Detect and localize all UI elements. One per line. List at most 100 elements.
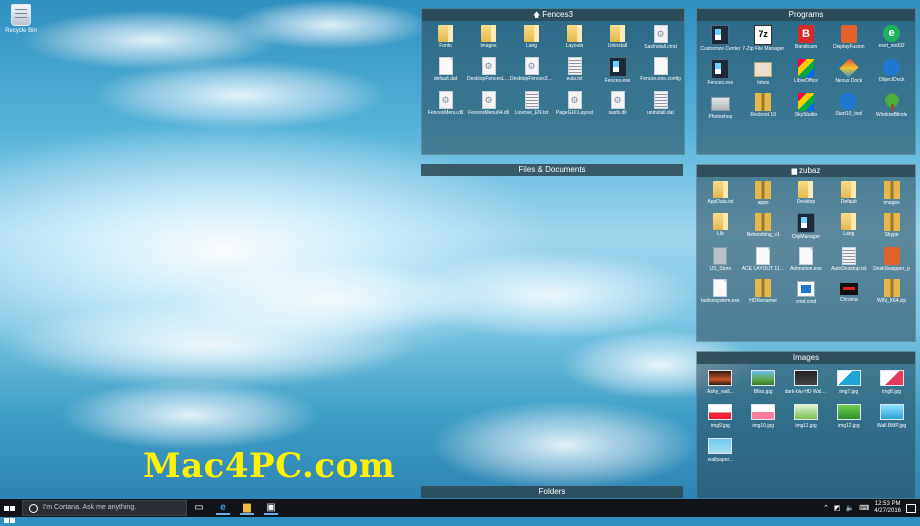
- fence-item[interactable]: AutoDesktop.txt: [827, 247, 870, 273]
- fence-item[interactable]: Animation.exe: [785, 247, 828, 273]
- fence-item-label: Customize Center: [700, 46, 741, 52]
- fence-item[interactable]: FencesMenu64.dll: [467, 91, 510, 117]
- keyboard-icon[interactable]: ⌨: [859, 504, 869, 512]
- fence-item[interactable]: SkyStudio: [785, 93, 828, 121]
- fence-item[interactable]: Layouts: [553, 25, 596, 51]
- fence-images[interactable]: Images Ashy_wall... Bliss.jpg dark-blu-HD …: [696, 351, 916, 499]
- network-icon[interactable]: ◩: [834, 504, 841, 512]
- doc-icon: [713, 279, 728, 297]
- fence-item[interactable]: Lib: [699, 213, 742, 241]
- fence-item[interactable]: Photoshop: [699, 93, 742, 121]
- fence-item-label: US_Store: [709, 266, 732, 272]
- fence-item[interactable]: img9.jpg: [699, 402, 742, 430]
- fence-item[interactable]: Lang: [510, 25, 553, 51]
- fence-item[interactable]: ClipManager: [785, 213, 828, 241]
- fence-item[interactable]: License_EN.txt: [510, 91, 553, 117]
- file-explorer-taskbar-icon[interactable]: ▆: [240, 501, 254, 515]
- fence-item[interactable]: Bliss.jpg: [742, 368, 785, 396]
- fence-item[interactable]: Networking_v1: [742, 213, 785, 241]
- fence-item[interactable]: DesktopFencesLib.dll: [467, 57, 510, 85]
- fence-item[interactable]: images: [467, 25, 510, 51]
- fence-item[interactable]: Ashy_wall...: [699, 368, 742, 396]
- fence-item[interactable]: img7.jpg: [827, 368, 870, 396]
- fence-item[interactable]: LibreOffice: [785, 59, 828, 87]
- fence-item[interactable]: Customize Center: [699, 25, 742, 53]
- fence-item[interactable]: ballonsystem.exe: [699, 279, 742, 306]
- dark-icon: [711, 59, 730, 79]
- task-view-button[interactable]: ▭: [192, 501, 206, 515]
- fence-item[interactable]: img12.jpg: [827, 402, 870, 430]
- fence-item-label: images: [883, 200, 900, 206]
- fence-item[interactable]: Uninstall: [596, 25, 639, 51]
- fence-item[interactable]: Start10_tool: [827, 93, 870, 121]
- fence-item[interactable]: img8.jpg: [870, 368, 913, 396]
- fence-item[interactable]: apps: [742, 181, 785, 207]
- fence-title-programs[interactable]: Programs: [697, 9, 915, 21]
- fence-item[interactable]: PageGUI.Layout: [553, 91, 596, 117]
- fence-item[interactable]: FencesMenu.dll: [424, 91, 467, 117]
- fence-item[interactable]: HDRenamer: [742, 279, 785, 306]
- fence-item[interactable]: cmd.cmd: [785, 279, 828, 306]
- fence-item[interactable]: dark-blu-HD Wallpaper: [785, 368, 827, 396]
- fence-item[interactable]: Inbox: [742, 59, 785, 87]
- fence-item[interactable]: SasInstall.cmd: [639, 25, 682, 51]
- fence-item[interactable]: B Bandicam: [785, 25, 828, 53]
- fence-item[interactable]: Chroma: [827, 279, 870, 306]
- fence-item[interactable]: Nexus Dock: [827, 59, 870, 87]
- fence-item-label: Start10_tool: [835, 111, 863, 117]
- fence-item[interactable]: Recboot 10: [742, 93, 785, 121]
- fence-folders[interactable]: Folders: [421, 486, 683, 498]
- fence-item[interactable]: DesktopFences3.dll: [510, 57, 553, 85]
- fence-item[interactable]: eula.txt: [553, 57, 596, 85]
- fence-item[interactable]: Skype: [870, 213, 913, 241]
- fence-title-images[interactable]: Images: [697, 352, 915, 364]
- fence-item[interactable]: Fences.exe: [699, 59, 742, 87]
- fence-item[interactable]: sasfs.dll: [596, 91, 639, 117]
- fence-fences3[interactable]: 🡅 Fences3 Fonts images Lang Layouts Uninstall…: [421, 8, 685, 155]
- fence-item[interactable]: DeskSwapper_p: [870, 247, 913, 273]
- fence-item[interactable]: 7z 7-Zip File Manager: [742, 25, 785, 53]
- folder-icon: [712, 181, 728, 198]
- clock[interactable]: 12:53 PM 4/27/2016: [874, 501, 901, 515]
- volume-icon[interactable]: 🔈: [845, 504, 854, 512]
- fence-item[interactable]: Fonts: [424, 25, 467, 51]
- fence-item[interactable]: images: [870, 181, 913, 207]
- fence-item[interactable]: Default: [827, 181, 870, 207]
- chevron-up-icon[interactable]: ⌃: [823, 504, 829, 512]
- fence-item-label: FencesMenu64.dll: [468, 110, 509, 116]
- fence-item[interactable]: img11.jpg: [785, 402, 828, 430]
- fence-item[interactable]: wallpaper...: [699, 436, 742, 464]
- fence-item-label: Networking_v1: [746, 232, 780, 238]
- fence-title-zubaz[interactable]: ▆ zubaz: [697, 165, 915, 177]
- fence-item[interactable]: e eset_nod32: [870, 25, 913, 53]
- fence-title-fences3[interactable]: 🡅 Fences3: [422, 9, 684, 21]
- edge-taskbar-icon[interactable]: e: [216, 501, 230, 515]
- fence-item[interactable]: Fences.exe: [596, 57, 639, 85]
- fence-item[interactable]: Fences.exe.config: [639, 57, 682, 85]
- fence-item[interactable]: Lang: [827, 213, 870, 241]
- fence-item[interactable]: default.dat: [424, 57, 467, 85]
- fence-item[interactable]: Desktop: [785, 181, 828, 207]
- fence-programs[interactable]: Programs Customize Center 7z 7-Zip File Ma…: [696, 8, 916, 155]
- fence-item[interactable]: img10.jpg: [742, 402, 785, 430]
- recycle-bin[interactable]: Recycle Bin: [4, 4, 38, 34]
- fence-item[interactable]: US_Store: [699, 247, 742, 273]
- fence-item-label: LibreOffice: [793, 78, 819, 84]
- gear-icon: [610, 91, 625, 109]
- fence-item-label: Nexus Dock: [835, 78, 863, 84]
- fence-item[interactable]: uninstall.dat: [639, 91, 682, 117]
- fence-item[interactable]: AppData.txt: [699, 181, 742, 207]
- cortana-search-box[interactable]: I'm Cortana. Ask me anything.: [22, 500, 187, 516]
- action-center-icon[interactable]: [906, 503, 916, 513]
- fence-item[interactable]: ObjectDock: [870, 59, 913, 87]
- fence-item[interactable]: WindowBlinds: [870, 93, 913, 121]
- fence-files-documents[interactable]: Files & Documents: [421, 164, 683, 176]
- fence-item[interactable]: WIN_X64.zip: [870, 279, 913, 306]
- fence-item[interactable]: ACE LAYOUT 110 AM: [742, 247, 785, 273]
- store-taskbar-icon[interactable]: ▣: [264, 501, 278, 515]
- fence-item[interactable]: Wall.BMP.jpg: [870, 402, 913, 430]
- start-button[interactable]: [4, 502, 16, 523]
- fence-zubaz[interactable]: ▆ zubaz AppData.txt apps Desktop Default imag…: [696, 164, 916, 342]
- fence-item-label: AppData.txt: [707, 199, 734, 205]
- fence-item[interactable]: DisplayFusion: [827, 25, 870, 53]
